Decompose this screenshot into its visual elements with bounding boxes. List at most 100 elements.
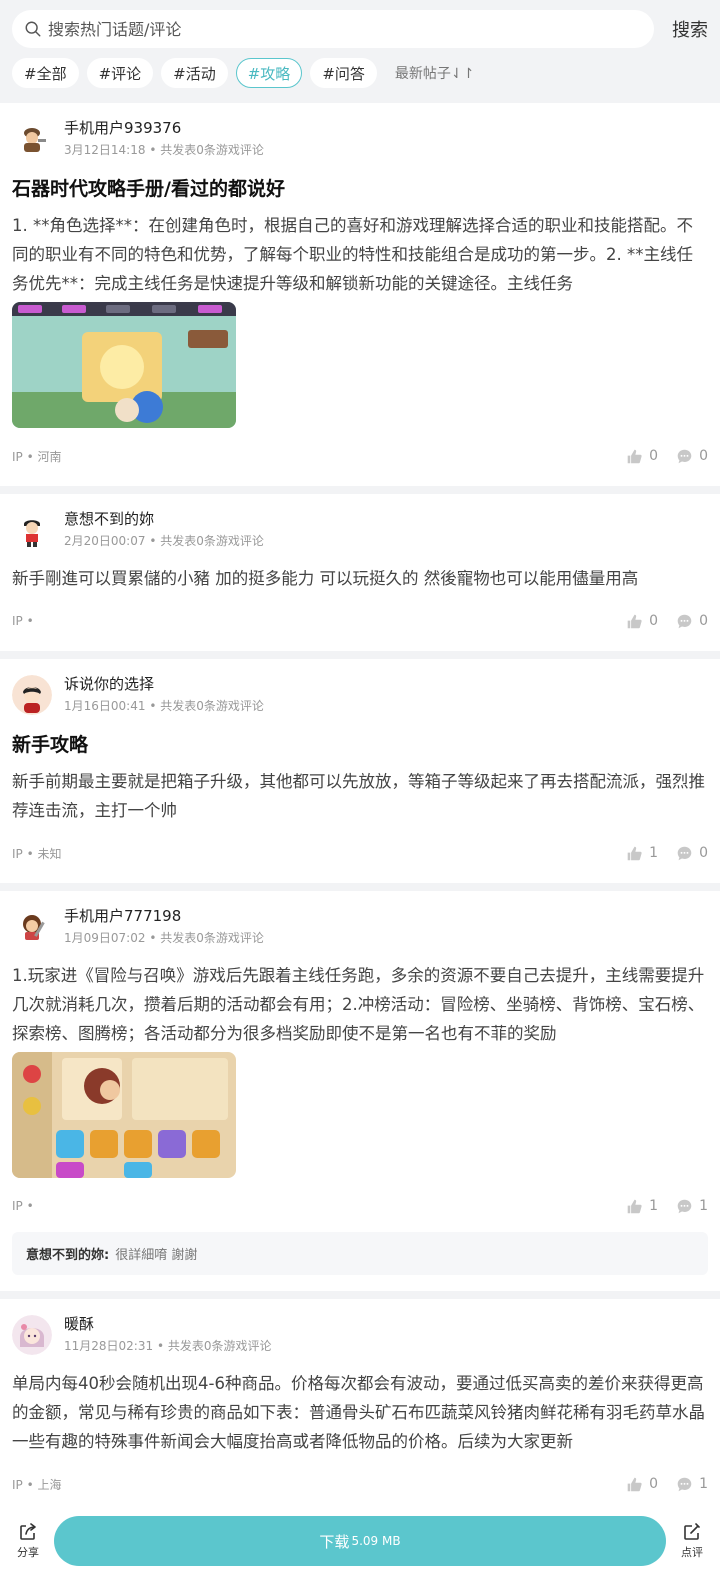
post-image[interactable] (12, 302, 236, 428)
like-button[interactable]: 0 (626, 613, 658, 630)
comment-count: 0 (699, 845, 708, 861)
review-button[interactable]: 点评 (672, 1522, 712, 1560)
comment-button[interactable]: 1 (676, 1198, 708, 1215)
comment-button[interactable]: 1 (676, 1476, 708, 1493)
author-review-count: • 共发表0条游戏评论 (149, 931, 264, 945)
tag-reviews[interactable]: #评论 (86, 58, 154, 88)
ip-location: IP • (12, 1199, 34, 1213)
post-meta: 2月20日00:07 • 共发表0条游戏评论 (64, 532, 264, 549)
post-card[interactable]: 诉说你的选择 1月16日00:41 • 共发表0条游戏评论 新手攻略 新手前期最… (0, 659, 720, 883)
post-image[interactable] (12, 1052, 236, 1178)
like-count: 1 (649, 1198, 659, 1214)
like-count: 0 (649, 613, 659, 629)
avatar[interactable] (12, 1315, 52, 1355)
comment-icon (677, 1199, 692, 1213)
header: 搜索 #全部 #评论 #活动 #攻略 #问答 最新帖子⇃↾ (0, 0, 720, 103)
share-button[interactable]: 分享 (8, 1522, 48, 1560)
comment-icon (677, 449, 692, 463)
author-review-count: • 共发表0条游戏评论 (149, 534, 264, 548)
tag-all[interactable]: #全部 (12, 58, 79, 88)
share-label: 分享 (17, 1546, 39, 1559)
post-body[interactable]: 1. **角色选择**：在创建角色时，根据自己的喜好和游戏理解选择合适的职业和技… (12, 211, 708, 298)
comment-button[interactable]: 0 (676, 613, 708, 630)
author-review-count: • 共发表0条游戏评论 (149, 143, 264, 157)
post-footer: IP • 1 1 (12, 1186, 708, 1226)
comment-button[interactable]: 0 (676, 845, 708, 862)
post-footer: IP • 0 0 (12, 601, 708, 641)
tag-guides[interactable]: #攻略 (235, 58, 303, 88)
author-name[interactable]: 意想不到的妳 (64, 508, 264, 530)
share-icon (20, 1523, 36, 1540)
ip-location: IP • 上海 (12, 1477, 62, 1492)
comment-count: 0 (699, 448, 708, 464)
post-footer: IP • 未知 1 0 (12, 833, 708, 873)
author-row: 意想不到的妳 2月20日00:07 • 共发表0条游戏评论 (12, 508, 708, 556)
post-body[interactable]: 单局内每40秒会随机出现4-6种商品。价格每次都会有波动，要通过低买高卖的差价来… (12, 1369, 708, 1456)
post-title[interactable]: 新手攻略 (12, 731, 708, 759)
like-button[interactable]: 0 (626, 1476, 658, 1493)
post-date: 1月16日00:41 (64, 699, 146, 713)
post-date: 11月28日02:31 (64, 1339, 154, 1353)
author-name[interactable]: 手机用户777198 (64, 905, 264, 927)
download-size: 5.09 MB (351, 1534, 401, 1548)
author-row: 暖酥 11月28日02:31 • 共发表0条游戏评论 (12, 1313, 708, 1361)
download-button[interactable]: 下载 5.09 MB (54, 1516, 666, 1566)
comment-count: 0 (699, 613, 708, 629)
ip-location: IP • 河南 (12, 449, 62, 464)
download-label: 下载 (319, 1532, 350, 1551)
comment-button[interactable]: 0 (676, 448, 708, 465)
search-button[interactable]: 搜索 (654, 16, 708, 42)
search-icon (25, 21, 41, 37)
reply-author: 意想不到的妳: (26, 1248, 110, 1263)
like-count: 0 (649, 448, 659, 464)
avatar[interactable] (12, 907, 52, 947)
search-input[interactable] (48, 19, 654, 39)
author-name[interactable]: 诉说你的选择 (64, 673, 264, 695)
sort-dropdown[interactable]: 最新帖子⇃↾ (395, 63, 474, 83)
author-review-count: • 共发表0条游戏评论 (156, 1339, 272, 1353)
like-count: 1 (649, 845, 659, 861)
thumbs-up-icon (627, 1477, 642, 1491)
post-card[interactable]: 暖酥 11月28日02:31 • 共发表0条游戏评论 单局内每40秒会随机出现4… (0, 1299, 720, 1514)
search-row: 搜索 (12, 10, 708, 48)
post-card[interactable]: 手机用户939376 3月12日14:18 • 共发表0条游戏评论 石器时代攻略… (0, 103, 720, 486)
comment-icon (677, 614, 692, 628)
bottom-action-bar: 分享 下载 5.09 MB 点评 (0, 1505, 720, 1577)
author-name[interactable]: 手机用户939376 (64, 117, 264, 139)
post-meta: 11月28日02:31 • 共发表0条游戏评论 (64, 1337, 271, 1354)
thumbs-up-icon (627, 614, 642, 628)
comment-count: 1 (699, 1476, 708, 1492)
post-card[interactable]: 意想不到的妳 2月20日00:07 • 共发表0条游戏评论 新手剛進可以買累儲的… (0, 494, 720, 651)
author-row: 手机用户939376 3月12日14:18 • 共发表0条游戏评论 (12, 117, 708, 165)
author-row: 诉说你的选择 1月16日00:41 • 共发表0条游戏评论 (12, 673, 708, 721)
post-body[interactable]: 新手剛進可以買累儲的小豬 加的挺多能力 可以玩挺久的 然後寵物也可以能用儘量用高 (12, 564, 708, 593)
reply-text: 很詳細唷 謝謝 (115, 1248, 198, 1263)
like-button[interactable]: 0 (626, 448, 658, 465)
avatar[interactable] (12, 119, 52, 159)
tag-qa[interactable]: #问答 (310, 58, 377, 88)
avatar[interactable] (12, 510, 52, 550)
reply-preview[interactable]: 意想不到的妳: 很詳細唷 謝謝 (12, 1232, 708, 1275)
search-box[interactable] (12, 10, 654, 48)
like-button[interactable]: 1 (626, 1198, 658, 1215)
tag-events[interactable]: #活动 (161, 58, 228, 88)
thumbs-up-icon (627, 846, 642, 860)
post-title[interactable]: 石器时代攻略手册/看过的都说好 (12, 175, 708, 203)
like-button[interactable]: 1 (626, 845, 658, 862)
post-body[interactable]: 1.玩家进《冒险与召唤》游戏后先跟着主线任务跑，多余的资源不要自己去提升，主线需… (12, 961, 708, 1048)
post-footer: IP • 上海 0 1 (12, 1464, 708, 1504)
post-date: 3月12日14:18 (64, 143, 146, 157)
author-name[interactable]: 暖酥 (64, 1313, 271, 1335)
edit-icon (684, 1523, 700, 1540)
post-card[interactable]: 手机用户777198 1月09日07:02 • 共发表0条游戏评论 1.玩家进《… (0, 891, 720, 1291)
post-meta: 1月16日00:41 • 共发表0条游戏评论 (64, 697, 264, 714)
comment-count: 1 (699, 1198, 708, 1214)
comment-icon (677, 846, 692, 860)
avatar[interactable] (12, 675, 52, 715)
thumbs-up-icon (627, 1199, 642, 1213)
tag-filter-row: #全部 #评论 #活动 #攻略 #问答 最新帖子⇃↾ (12, 58, 708, 88)
post-date: 2月20日00:07 (64, 534, 146, 548)
post-body[interactable]: 新手前期最主要就是把箱子升级，其他都可以先放放，等箱子等级起来了再去搭配流派，强… (12, 767, 708, 825)
post-date: 1月09日07:02 (64, 931, 146, 945)
review-label: 点评 (681, 1546, 703, 1559)
